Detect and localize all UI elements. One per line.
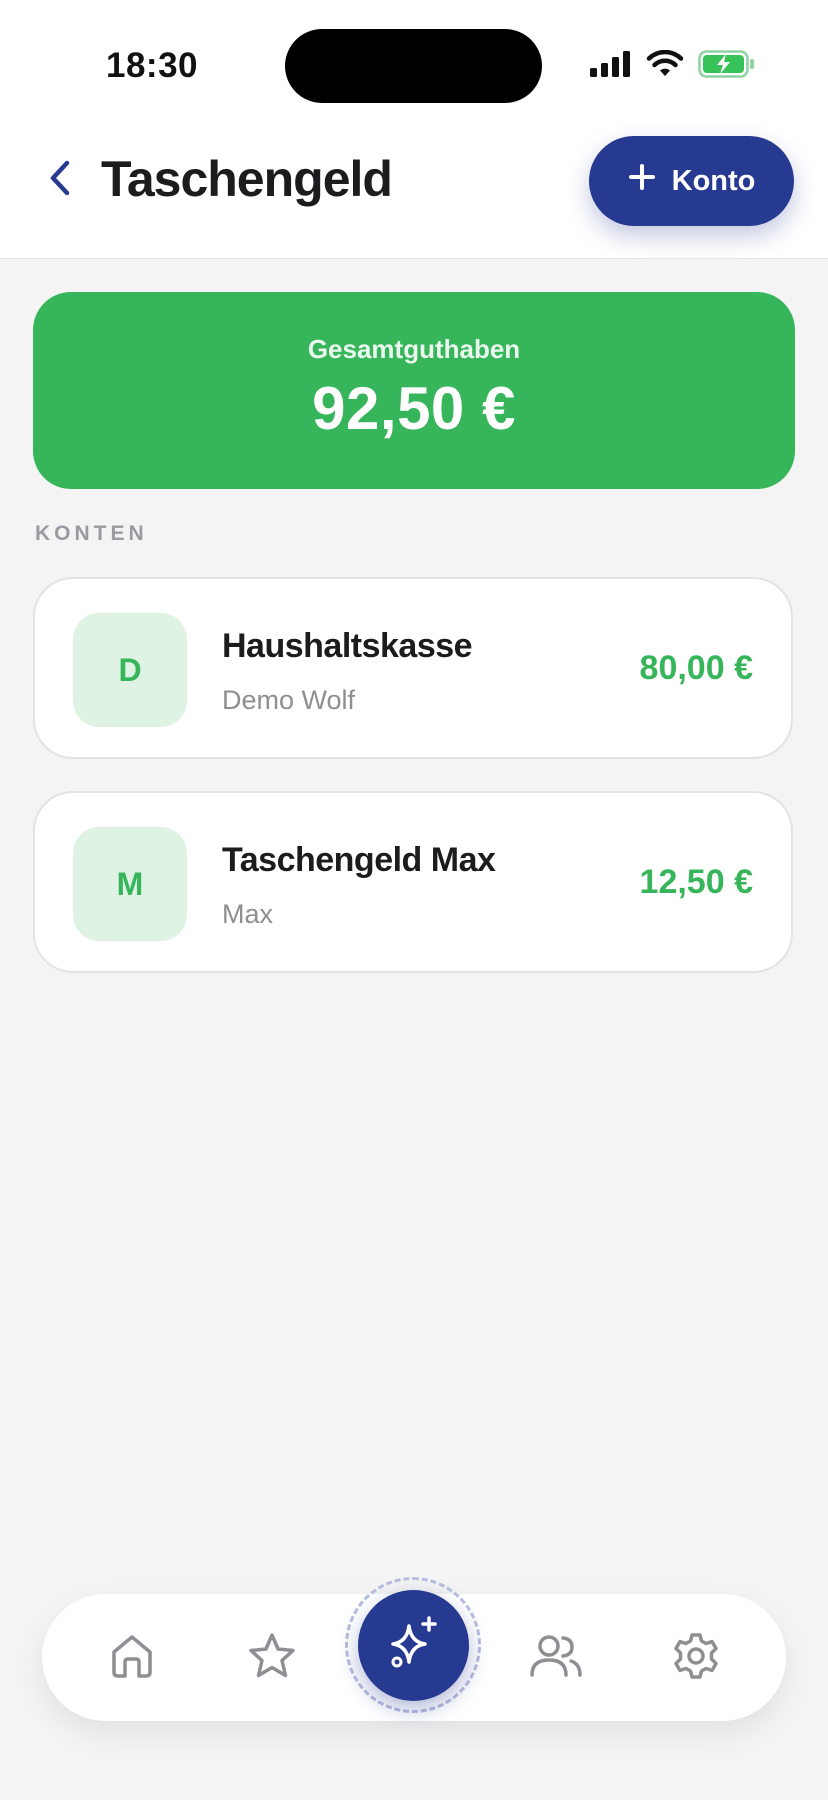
status-icons — [590, 49, 756, 83]
nav-favorites[interactable] — [242, 1628, 302, 1688]
account-card-haushaltskasse[interactable]: D Haushaltskasse Demo Wolf 80,00 € — [33, 577, 793, 759]
account-balance: 80,00 € — [639, 649, 753, 687]
account-avatar: D — [73, 613, 187, 727]
add-account-button[interactable]: Konto — [589, 136, 794, 226]
back-button[interactable] — [38, 158, 82, 202]
chevron-left-icon — [48, 159, 72, 202]
account-name: Taschengeld Max — [222, 841, 496, 879]
plus-icon — [628, 163, 656, 199]
page-title: Taschengeld — [101, 151, 393, 207]
add-account-label: Konto — [671, 164, 756, 197]
total-balance-amount: 92,50 € — [312, 375, 516, 442]
status-time: 18:30 — [106, 46, 199, 85]
wifi-icon — [646, 49, 684, 83]
gear-icon — [670, 1630, 722, 1687]
battery-charging-icon — [698, 50, 756, 83]
account-name: Haushaltskasse — [222, 627, 473, 665]
cellular-signal-icon — [590, 51, 632, 82]
account-card-taschengeld-max[interactable]: M Taschengeld Max Max 12,50 € — [33, 791, 793, 973]
total-balance-label: Gesamtguthaben — [307, 334, 521, 364]
status-bar: 18:30 — [0, 0, 828, 120]
nav-settings[interactable] — [666, 1628, 726, 1688]
dynamic-island — [285, 29, 542, 103]
nav-home[interactable] — [102, 1628, 162, 1688]
sparkles-icon — [385, 1614, 443, 1677]
nav-members[interactable] — [526, 1628, 586, 1688]
ai-assistant-button[interactable] — [358, 1590, 469, 1701]
home-icon — [106, 1630, 158, 1687]
account-avatar: M — [73, 827, 187, 941]
account-owner: Demo Wolf — [222, 685, 356, 715]
users-icon — [528, 1630, 584, 1687]
accounts-section-label: KONTEN — [35, 522, 148, 545]
star-icon — [246, 1630, 298, 1687]
account-balance: 12,50 € — [639, 863, 753, 901]
header: Taschengeld Konto — [0, 120, 828, 259]
account-owner: Max — [222, 899, 274, 929]
total-balance-card: Gesamtguthaben 92,50 € — [33, 292, 795, 489]
